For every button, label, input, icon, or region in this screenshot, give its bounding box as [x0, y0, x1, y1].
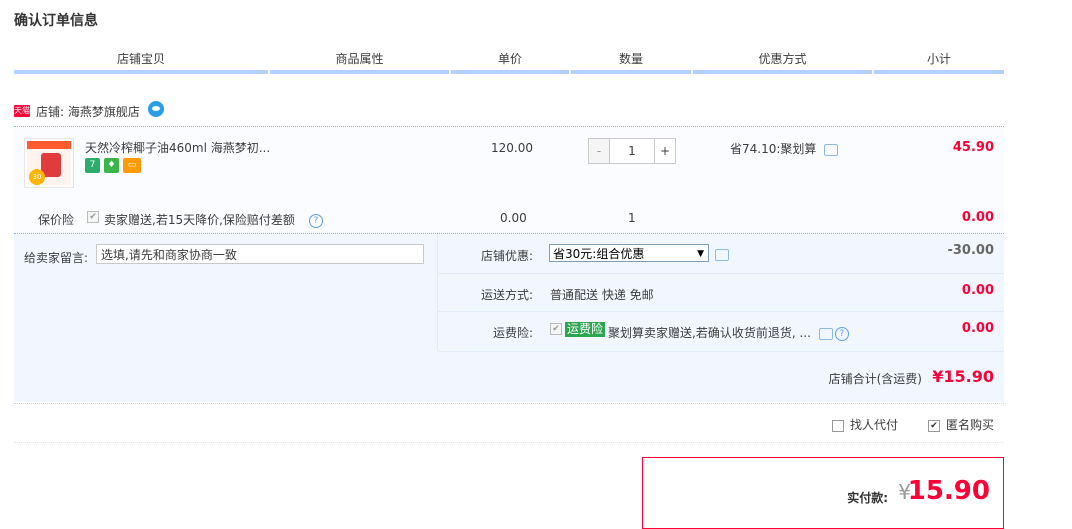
freight-insurance-description: 聚划算卖家赠送,若确认收货前退货, ...: [608, 326, 811, 340]
column-header-unit-price: 单价: [451, 48, 569, 74]
shop-discount-label: 店铺优惠:: [480, 249, 533, 263]
seven-day-return-icon[interactable]: 7: [85, 158, 100, 173]
insurance-text: 卖家赠送,若15天降价,保险赔付差额: [104, 213, 295, 227]
freight-insurance-tag: 运费险: [565, 322, 606, 337]
anonymous-purchase-option[interactable]: ✔ 匿名购买: [928, 416, 994, 433]
column-header-subtotal: 小计: [874, 48, 1004, 74]
card-payment-icon[interactable]: ▭: [123, 158, 141, 173]
product-title-link[interactable]: 天然冷榨椰子油460ml 海燕梦初...: [85, 139, 270, 156]
column-header-discount: 优惠方式: [693, 48, 872, 74]
page-title: 确认订单信息: [14, 13, 98, 29]
order-item-block: 30 天然冷榨椰子油460ml 海燕梦初... 7 ♦ ▭ 120.00 - 1…: [14, 126, 1004, 233]
actual-payment-label: 实付款:: [847, 491, 888, 505]
column-header-row: 店铺宝贝 商品属性 单价 数量 优惠方式 小计: [14, 48, 1004, 74]
insurance-quantity: 1: [628, 211, 636, 225]
promotion-label: 省74.10:聚划算: [730, 142, 817, 156]
wangwang-chat-icon[interactable]: [148, 101, 164, 117]
insurance-description: 卖家赠送,若15天降价,保险赔付差额?: [104, 211, 323, 228]
proxy-pay-checkbox[interactable]: [832, 419, 844, 432]
freight-insurance-label: 运费险:: [492, 326, 533, 340]
chevron-down-icon: ▼: [697, 249, 704, 259]
help-icon[interactable]: ?: [308, 213, 323, 228]
product-thumbnail[interactable]: 30: [24, 138, 74, 188]
order-extras-block: 给卖家留言: 选填,请先和商家协商一致 店铺优惠: 省30元:组合优惠 ▼ -3…: [14, 233, 1004, 402]
help-icon[interactable]: ?: [834, 326, 849, 341]
item-subtotal: 45.90: [952, 140, 994, 155]
product-image: 30: [27, 141, 71, 185]
insurance-subtotal: 0.00: [961, 210, 994, 225]
guarantee-icon[interactable]: ♦: [104, 158, 119, 173]
payment-options-row: 找人代付 ✔ 匿名购买: [14, 403, 1004, 443]
actual-payment-amount: 15.90: [907, 476, 990, 506]
insurance-label: 保价险: [38, 213, 75, 227]
shipping-method: 普通配送 快递 免邮: [550, 288, 654, 302]
column-header-shop-item: 店铺宝贝: [14, 48, 268, 74]
freight-insurance-value: 0.00: [961, 321, 994, 336]
proxy-pay-label: 找人代付: [850, 418, 899, 432]
shop-discount-selected: 省30元:组合优惠: [553, 247, 645, 261]
freight-insurance-checkbox[interactable]: ✔: [550, 323, 562, 335]
shop-discount-select[interactable]: 省30元:组合优惠 ▼: [549, 244, 709, 262]
comment-icon[interactable]: [818, 327, 833, 340]
insurance-price: 0.00: [500, 211, 527, 225]
shop-total-value: ¥15.90: [932, 367, 994, 386]
comment-icon[interactable]: [824, 143, 839, 156]
comment-icon[interactable]: [715, 249, 729, 261]
quantity-stepper: - 1 +: [588, 138, 676, 164]
shipping-label: 运送方式:: [480, 288, 533, 302]
shop-total-label: 店铺合计(含运费): [828, 372, 922, 386]
unit-price: 120.00: [491, 141, 533, 155]
proxy-pay-option[interactable]: 找人代付: [832, 416, 898, 433]
anonymous-purchase-checkbox[interactable]: ✔: [928, 419, 940, 432]
divider: [438, 311, 1004, 312]
promotion-text: 省74.10:聚划算: [730, 140, 839, 157]
seller-message-input[interactable]: 选填,请先和商家协商一致: [96, 244, 424, 264]
divider: [438, 351, 1004, 352]
shop-name-link[interactable]: 店铺: 海燕梦旗舰店: [36, 103, 140, 120]
freight-insurance-text: 聚划算卖家赠送,若确认收货前退货, ...?: [608, 324, 849, 341]
column-header-attributes: 商品属性: [270, 48, 449, 74]
insurance-checkbox[interactable]: ✔: [87, 211, 99, 223]
column-header-quantity: 数量: [571, 48, 691, 74]
shop-discount-value: -30.00: [947, 243, 994, 258]
actual-payment-box: 实付款: ¥ 15.90: [642, 457, 1004, 529]
quantity-minus-button[interactable]: -: [589, 139, 610, 163]
quantity-input[interactable]: 1: [610, 139, 654, 163]
thumb-discount-badge: 30: [29, 169, 45, 185]
anonymous-purchase-label: 匿名购买: [946, 418, 995, 432]
shipping-value: 0.00: [961, 283, 994, 298]
divider: [438, 273, 1004, 274]
quantity-plus-button[interactable]: +: [654, 139, 675, 163]
message-label: 给卖家留言:: [24, 251, 89, 265]
tmall-icon: 天猫: [14, 105, 30, 117]
